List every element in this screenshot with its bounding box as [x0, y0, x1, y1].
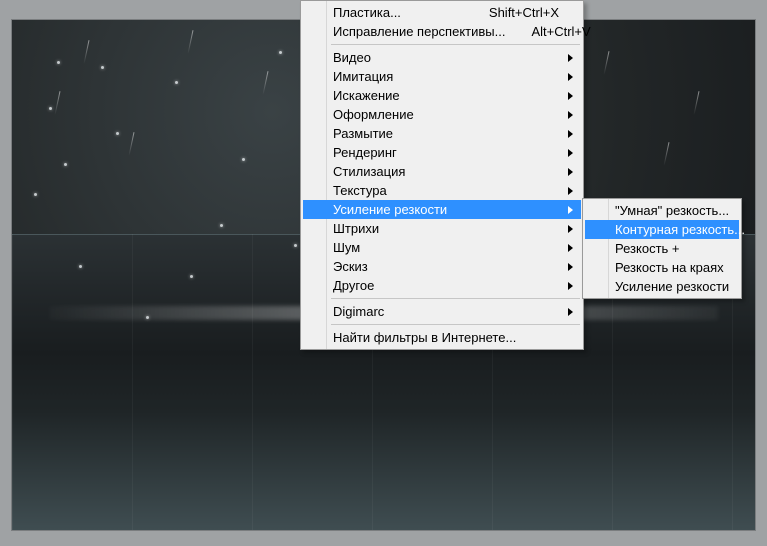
menu-item-label: Имитация — [333, 69, 559, 84]
menu-item[interactable]: Размытие — [303, 124, 581, 143]
menu-item[interactable]: Рендеринг — [303, 143, 581, 162]
menu-item-label: Размытие — [333, 126, 559, 141]
menu-separator — [331, 44, 580, 45]
menu-item[interactable]: Имитация — [303, 67, 581, 86]
raindrop — [79, 265, 82, 268]
menu-item[interactable]: Исправление перспективы...Alt+Ctrl+V — [303, 22, 581, 41]
sharpen-submenu[interactable]: "Умная" резкость... Контурная резкость...… — [582, 198, 742, 299]
submenu-item-label: Резкость + — [615, 241, 717, 256]
menu-item-label: Исправление перспективы... — [333, 24, 505, 39]
menu-item[interactable]: Шум — [303, 238, 581, 257]
menu-separator — [331, 298, 580, 299]
menu-item[interactable]: Другое — [303, 276, 581, 295]
menu-item[interactable]: Digimarc — [303, 302, 581, 321]
menu-item[interactable]: Видео — [303, 48, 581, 67]
submenu-item[interactable]: Резкость на краях — [585, 258, 739, 277]
menu-item-shortcut: Shift+Ctrl+X — [463, 5, 559, 20]
raindrop — [49, 107, 52, 110]
raindrop — [64, 163, 67, 166]
menu-item-label: Другое — [333, 278, 559, 293]
menu-item[interactable]: Найти фильтры в Интернете... — [303, 328, 581, 347]
menu-item[interactable]: Эскиз — [303, 257, 581, 276]
submenu-item-label: "Умная" резкость... — [615, 203, 729, 218]
filter-menu[interactable]: Пластика...Shift+Ctrl+XИсправление персп… — [300, 0, 584, 350]
menu-item-label: Эскиз — [333, 259, 559, 274]
raindrop — [57, 61, 60, 64]
submenu-item[interactable]: Резкость + — [585, 239, 739, 258]
menu-item[interactable]: Пластика...Shift+Ctrl+X — [303, 3, 581, 22]
menu-item[interactable]: Стилизация — [303, 162, 581, 181]
submenu-item-label: Контурная резкость... — [615, 222, 745, 237]
menu-item[interactable]: Усиление резкости — [303, 200, 581, 219]
menu-item-label: Стилизация — [333, 164, 559, 179]
raindrop — [146, 316, 149, 319]
menu-item-label: Искажение — [333, 88, 559, 103]
menu-item[interactable]: Искажение — [303, 86, 581, 105]
menu-item-label: Штрихи — [333, 221, 559, 236]
menu-item-label: Пластика... — [333, 5, 463, 20]
menu-item-shortcut: Alt+Ctrl+V — [505, 24, 590, 39]
menu-item-label: Усиление резкости — [333, 202, 559, 217]
menu-separator — [331, 324, 580, 325]
submenu-item-label: Усиление резкости — [615, 279, 729, 294]
menu-item-label: Digimarc — [333, 304, 559, 319]
menu-item[interactable]: Штрихи — [303, 219, 581, 238]
submenu-item-label: Резкость на краях — [615, 260, 724, 275]
submenu-item[interactable]: Контурная резкость... — [585, 220, 739, 239]
menu-item-label: Текстура — [333, 183, 559, 198]
submenu-item[interactable]: Усиление резкости — [585, 277, 739, 296]
menu-item[interactable]: Текстура — [303, 181, 581, 200]
menu-item-label: Найти фильтры в Интернете... — [333, 330, 559, 345]
submenu-item[interactable]: "Умная" резкость... — [585, 201, 739, 220]
menu-item-label: Рендеринг — [333, 145, 559, 160]
menu-item[interactable]: Оформление — [303, 105, 581, 124]
menu-item-label: Шум — [333, 240, 559, 255]
menu-item-label: Оформление — [333, 107, 559, 122]
menu-item-label: Видео — [333, 50, 559, 65]
